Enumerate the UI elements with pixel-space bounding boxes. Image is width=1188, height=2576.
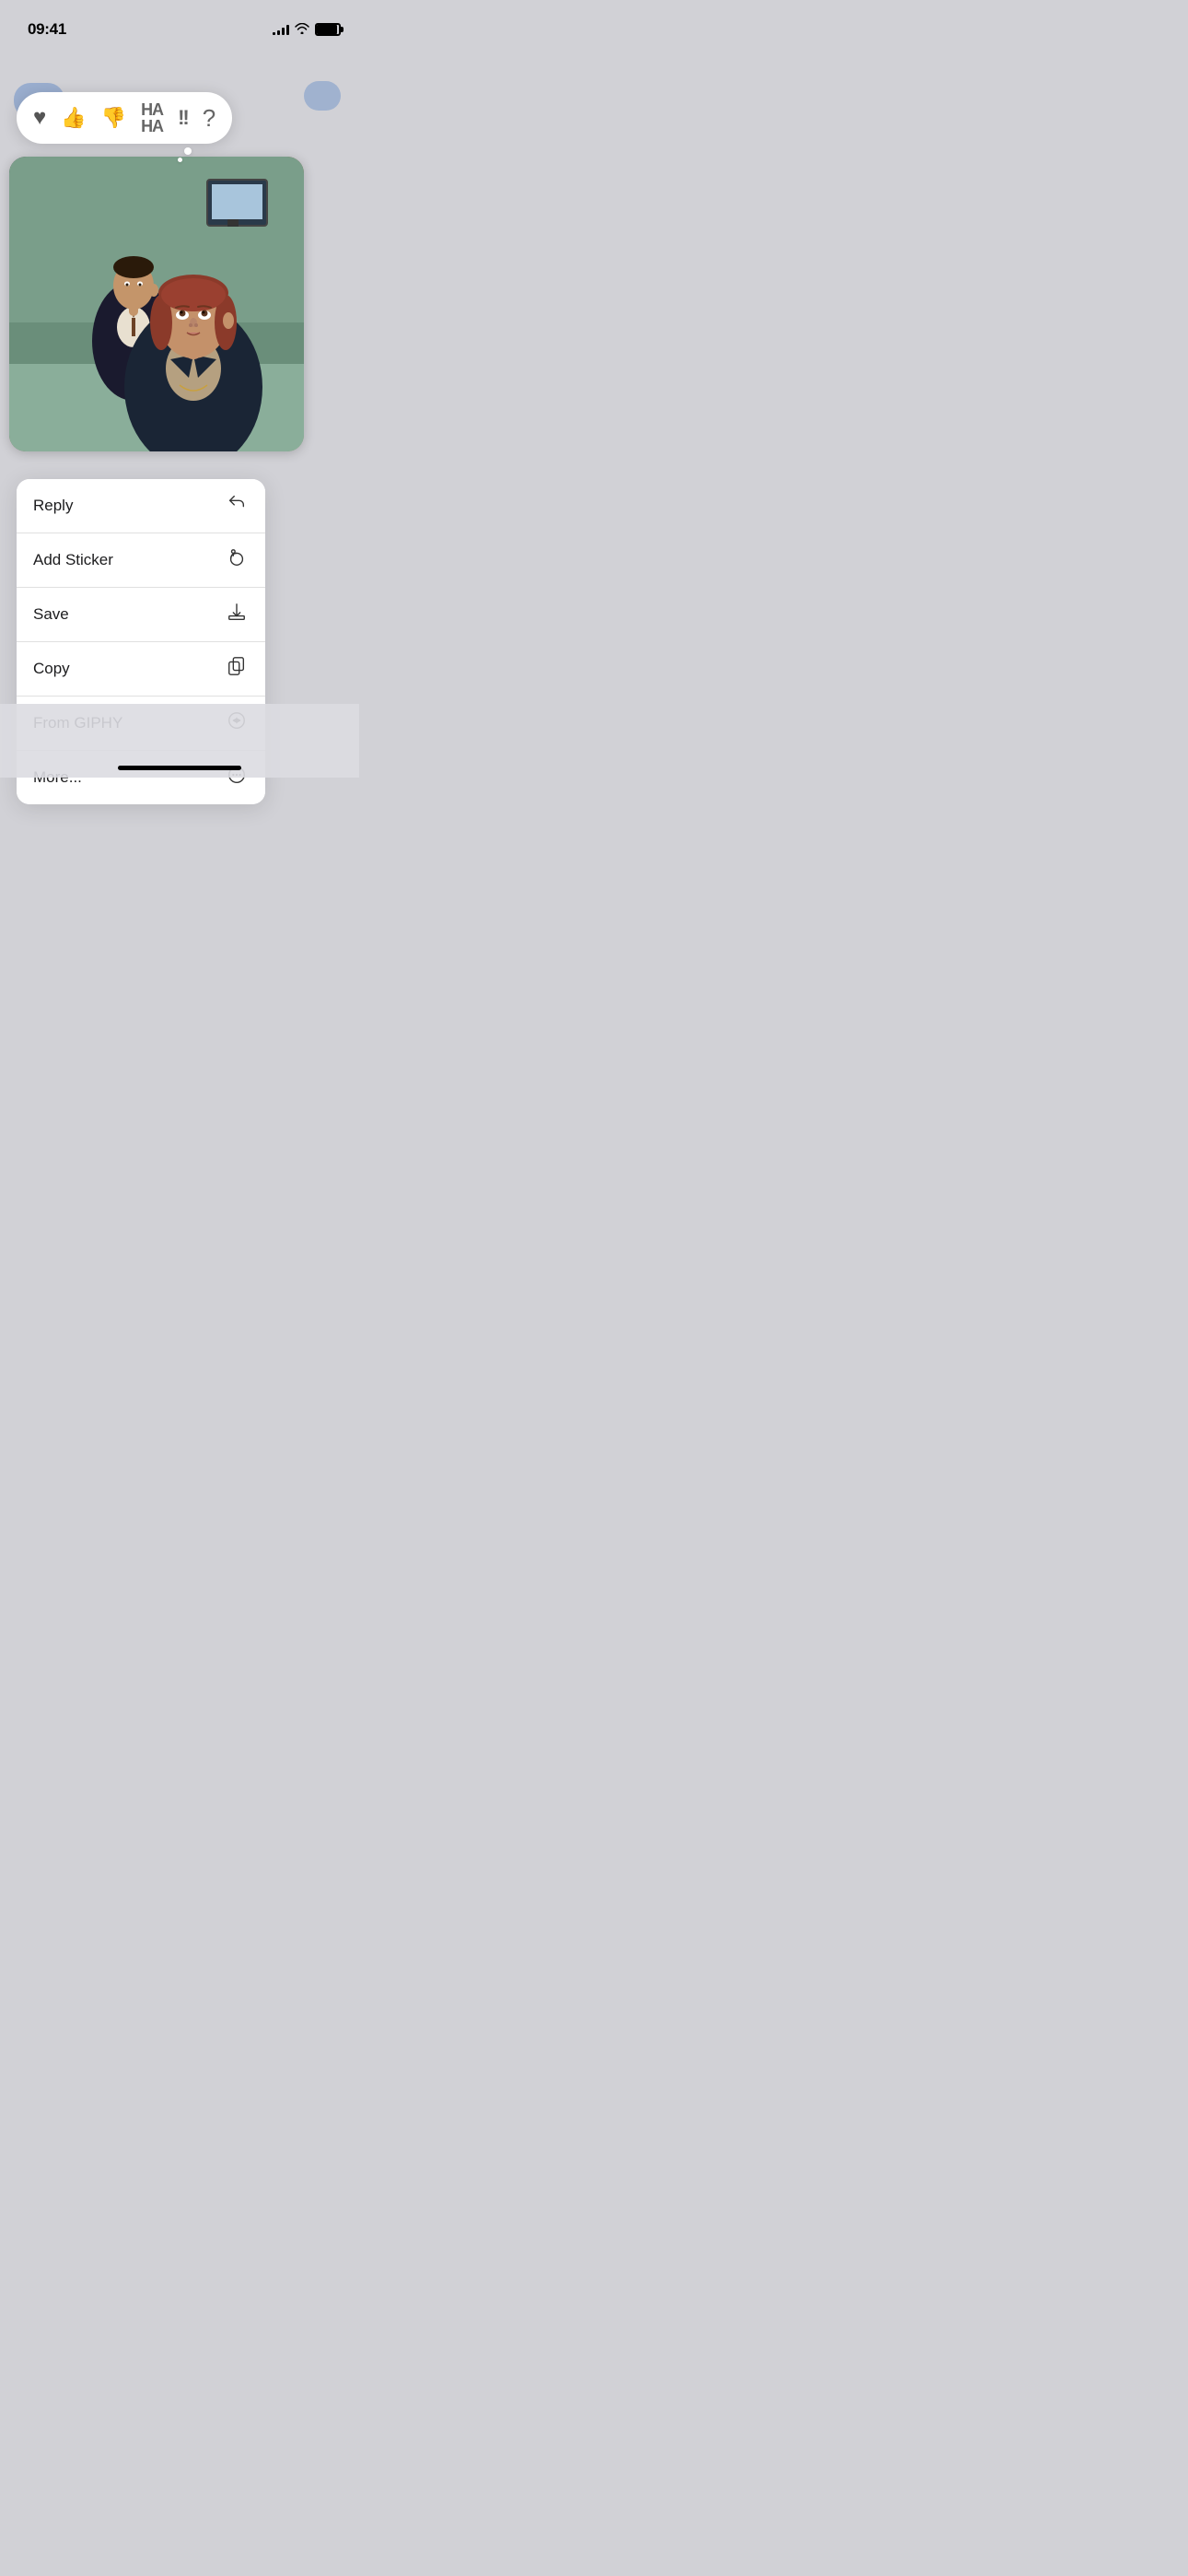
main-content: ♥ 👍 👎 HAHA !! ? xyxy=(0,46,359,778)
menu-label-reply: Reply xyxy=(33,497,73,515)
signal-icon xyxy=(273,24,289,35)
menu-label-copy: Copy xyxy=(33,660,70,678)
reaction-question[interactable]: ? xyxy=(203,106,215,130)
reaction-bar: ♥ 👍 👎 HAHA !! ? xyxy=(17,92,232,144)
reply-icon xyxy=(225,493,249,519)
reaction-thumbsup[interactable]: 👍 xyxy=(61,108,86,128)
save-icon xyxy=(225,602,249,627)
menu-label-save: Save xyxy=(33,605,69,624)
reaction-thumbsdown[interactable]: 👎 xyxy=(101,108,126,128)
message-image xyxy=(9,157,304,451)
message-bubble xyxy=(9,157,304,451)
copy-icon xyxy=(225,656,249,682)
reaction-heart[interactable]: ♥ xyxy=(33,107,46,129)
status-icons xyxy=(273,22,341,37)
menu-item-copy[interactable]: Copy xyxy=(17,642,265,697)
menu-item-add-sticker[interactable]: Add Sticker xyxy=(17,533,265,588)
reaction-haha[interactable]: HAHA xyxy=(141,101,163,135)
home-indicator xyxy=(118,766,241,770)
status-time: 09:41 xyxy=(28,20,66,39)
reaction-tail-dot xyxy=(184,147,192,155)
status-bar: 09:41 xyxy=(0,0,359,46)
battery-icon xyxy=(315,23,341,36)
menu-item-save[interactable]: Save xyxy=(17,588,265,642)
menu-label-add-sticker: Add Sticker xyxy=(33,551,113,569)
sticker-icon xyxy=(225,547,249,573)
reaction-exclaim[interactable]: !! xyxy=(178,108,188,128)
menu-item-reply[interactable]: Reply xyxy=(17,479,265,533)
wifi-icon xyxy=(295,22,309,37)
